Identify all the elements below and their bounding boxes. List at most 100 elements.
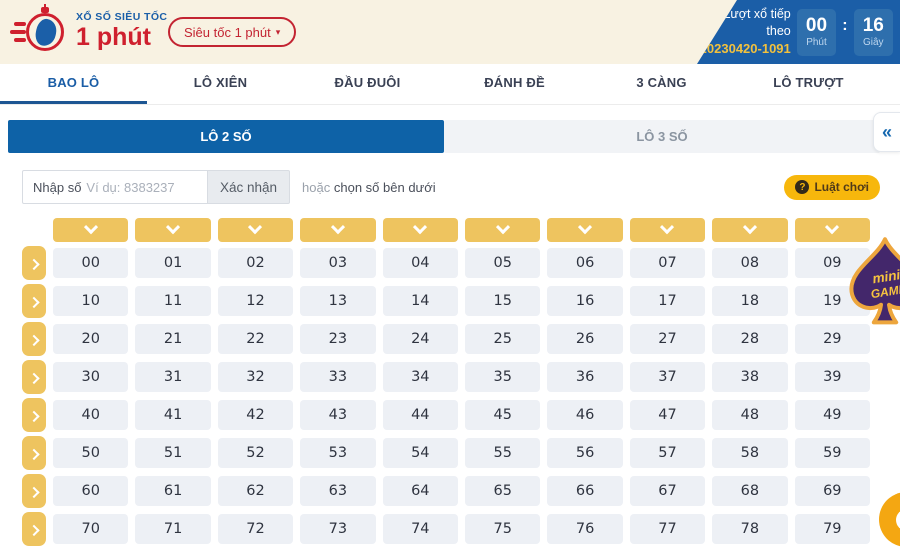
row-select-button[interactable] [22,436,46,470]
number-cell[interactable]: 31 [135,362,210,392]
tab-bao-lo[interactable]: BAO LÔ [0,64,147,104]
tab-danh-de[interactable]: ĐÁNH ĐỀ [441,64,588,104]
number-cell[interactable]: 57 [630,438,705,468]
row-select-button[interactable] [22,474,46,508]
floating-action-button[interactable] [879,492,900,547]
number-cell[interactable]: 15 [465,286,540,316]
column-select-button[interactable] [300,218,375,242]
column-select-button[interactable] [135,218,210,242]
number-cell[interactable]: 39 [795,362,870,392]
number-cell[interactable]: 43 [300,400,375,430]
number-cell[interactable]: 55 [465,438,540,468]
number-cell[interactable]: 36 [547,362,622,392]
number-cell[interactable]: 26 [547,324,622,354]
number-cell[interactable]: 00 [53,248,128,278]
number-cell[interactable]: 02 [218,248,293,278]
number-cell[interactable]: 62 [218,476,293,506]
row-select-button[interactable] [22,322,46,356]
game-selector-dropdown[interactable]: Siêu tốc 1 phút ▾ [168,17,296,47]
number-cell[interactable]: 61 [135,476,210,506]
tab-3-cang[interactable]: 3 CÀNG [588,64,735,104]
number-cell[interactable]: 07 [630,248,705,278]
number-cell[interactable]: 33 [300,362,375,392]
column-select-button[interactable] [53,218,128,242]
number-cell[interactable]: 25 [465,324,540,354]
number-cell[interactable]: 46 [547,400,622,430]
number-cell[interactable]: 10 [53,286,128,316]
number-input-box[interactable]: Nhập số [22,170,208,204]
tab-dau-duoi[interactable]: ĐẦU ĐUÔI [294,64,441,104]
number-cell[interactable]: 66 [547,476,622,506]
number-cell[interactable]: 13 [300,286,375,316]
number-cell[interactable]: 67 [630,476,705,506]
row-select-button[interactable] [22,284,46,318]
number-cell[interactable]: 17 [630,286,705,316]
number-cell[interactable]: 78 [712,514,787,544]
number-cell[interactable]: 38 [712,362,787,392]
mini-game-badge[interactable]: mini GAME [845,224,900,344]
number-cell[interactable]: 68 [712,476,787,506]
number-cell[interactable]: 64 [383,476,458,506]
number-cell[interactable]: 54 [383,438,458,468]
number-cell[interactable]: 49 [795,400,870,430]
number-cell[interactable]: 73 [300,514,375,544]
number-cell[interactable]: 70 [53,514,128,544]
subtab-lo-3-so[interactable]: LÔ 3 SỐ [444,120,880,153]
column-select-button[interactable] [383,218,458,242]
number-cell[interactable]: 50 [53,438,128,468]
number-cell[interactable]: 24 [383,324,458,354]
row-select-button[interactable] [22,512,46,546]
number-cell[interactable]: 14 [383,286,458,316]
column-select-button[interactable] [547,218,622,242]
number-cell[interactable]: 37 [630,362,705,392]
number-cell[interactable]: 77 [630,514,705,544]
number-cell[interactable]: 71 [135,514,210,544]
row-select-button[interactable] [22,246,46,280]
number-cell[interactable]: 65 [465,476,540,506]
number-cell[interactable]: 22 [218,324,293,354]
number-cell[interactable]: 52 [218,438,293,468]
number-cell[interactable]: 04 [383,248,458,278]
number-cell[interactable]: 40 [53,400,128,430]
number-cell[interactable]: 05 [465,248,540,278]
number-cell[interactable]: 12 [218,286,293,316]
number-cell[interactable]: 51 [135,438,210,468]
number-cell[interactable]: 18 [712,286,787,316]
number-cell[interactable]: 08 [712,248,787,278]
column-select-button[interactable] [630,218,705,242]
number-cell[interactable]: 63 [300,476,375,506]
subtab-lo-2-so[interactable]: LÔ 2 SỐ [8,120,444,153]
number-cell[interactable]: 72 [218,514,293,544]
row-select-button[interactable] [22,398,46,432]
number-cell[interactable]: 45 [465,400,540,430]
sidebar-collapse-button[interactable]: « [873,112,900,152]
confirm-button[interactable]: Xác nhận [208,170,290,204]
number-cell[interactable]: 27 [630,324,705,354]
number-cell[interactable]: 47 [630,400,705,430]
tab-lo-xien[interactable]: LÔ XIÊN [147,64,294,104]
number-cell[interactable]: 11 [135,286,210,316]
tab-lo-truot[interactable]: LÔ TRƯỢT [735,64,882,104]
number-cell[interactable]: 42 [218,400,293,430]
number-cell[interactable]: 76 [547,514,622,544]
number-cell[interactable]: 03 [300,248,375,278]
number-cell[interactable]: 56 [547,438,622,468]
number-cell[interactable]: 53 [300,438,375,468]
number-cell[interactable]: 79 [795,514,870,544]
number-cell[interactable]: 16 [547,286,622,316]
number-cell[interactable]: 23 [300,324,375,354]
number-cell[interactable]: 60 [53,476,128,506]
number-cell[interactable]: 06 [547,248,622,278]
number-cell[interactable]: 35 [465,362,540,392]
number-cell[interactable]: 41 [135,400,210,430]
number-cell[interactable]: 20 [53,324,128,354]
number-cell[interactable]: 30 [53,362,128,392]
number-input[interactable] [86,180,207,195]
number-cell[interactable]: 59 [795,438,870,468]
column-select-button[interactable] [465,218,540,242]
column-select-button[interactable] [712,218,787,242]
number-cell[interactable]: 01 [135,248,210,278]
number-cell[interactable]: 32 [218,362,293,392]
number-cell[interactable]: 75 [465,514,540,544]
number-cell[interactable]: 34 [383,362,458,392]
